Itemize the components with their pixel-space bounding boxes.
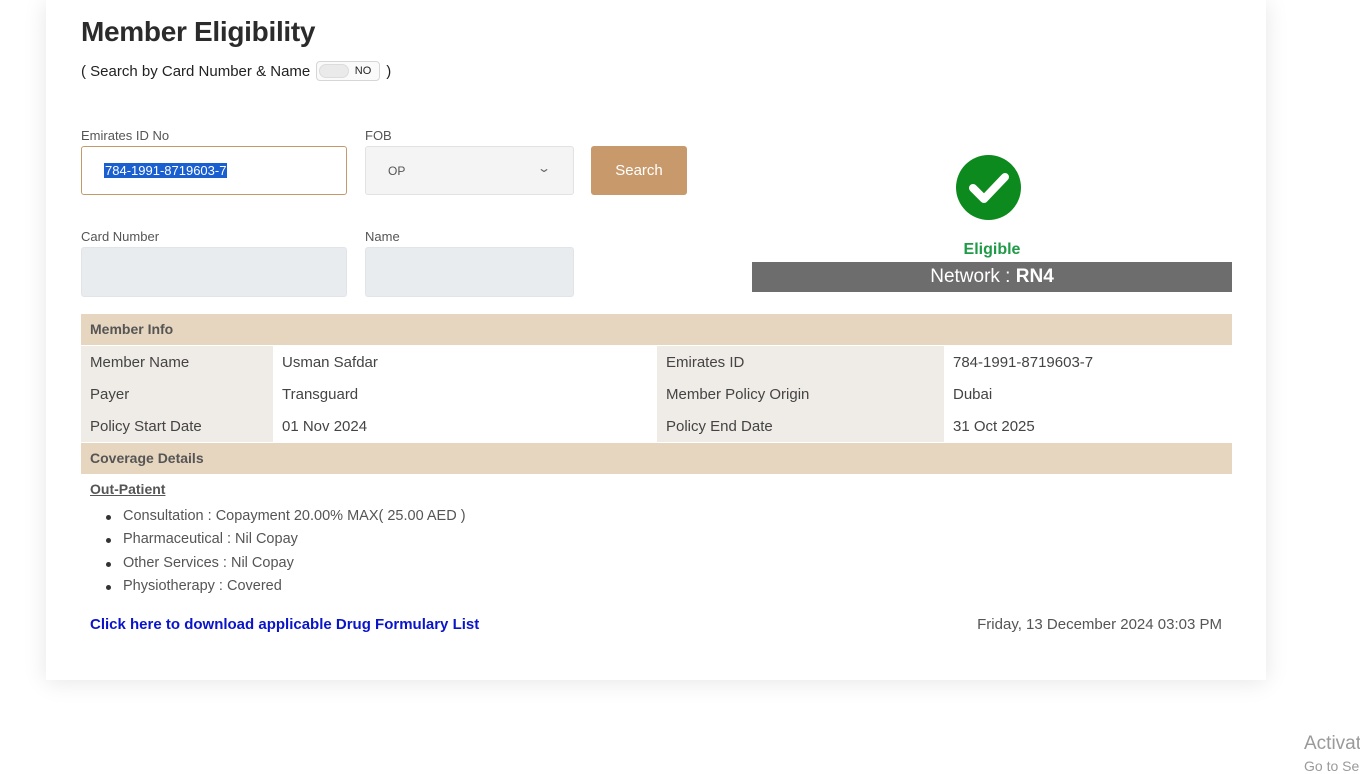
payer-value: Transguard	[273, 378, 657, 410]
card-number-label: Card Number	[81, 229, 160, 244]
list-item: Pharmaceutical : Nil Copay	[106, 528, 466, 551]
table-row: Member Name Usman Safdar Emirates ID 784…	[81, 346, 1232, 378]
fob-select[interactable]: OP ⌄	[365, 146, 574, 195]
policy-origin-value: Dubai	[944, 378, 1232, 410]
policy-end-value: 31 Oct 2025	[944, 410, 1232, 442]
emirates-id-cell: 784-1991-8719603-7	[944, 346, 1232, 378]
search-mode-suffix: )	[386, 62, 392, 80]
emirates-id-label: Emirates ID No	[81, 128, 170, 143]
network-label: Network :	[930, 266, 1011, 287]
table-row: Policy Start Date 01 Nov 2024 Policy End…	[81, 410, 1232, 442]
fob-label: FOB	[365, 128, 392, 143]
eligibility-status: Eligible	[963, 241, 1021, 258]
name-label: Name	[365, 229, 400, 244]
search-mode-toggle[interactable]: NO	[316, 61, 381, 81]
check-circle-icon	[956, 155, 1021, 220]
search-mode-row: ( Search by Card Number & Name NO )	[81, 61, 391, 81]
emirates-id-value: 784-1991-8719603-7	[104, 163, 228, 178]
name-input[interactable]	[365, 247, 574, 297]
search-button[interactable]: Search	[591, 146, 687, 195]
emirates-id-key: Emirates ID	[657, 346, 944, 378]
policy-start-value: 01 Nov 2024	[273, 410, 657, 442]
policy-start-key: Policy Start Date	[81, 410, 273, 442]
policy-end-key: Policy End Date	[657, 410, 944, 442]
toggle-knob	[319, 64, 350, 78]
emirates-id-input[interactable]: 784-1991-8719603-7	[81, 146, 347, 195]
chevron-down-icon: ⌄	[536, 161, 552, 175]
search-mode-label: ( Search by Card Number & Name	[81, 62, 311, 80]
page-title: Member Eligibility	[81, 16, 316, 47]
member-name-key: Member Name	[81, 346, 273, 378]
coverage-list: Consultation : Copayment 20.00% MAX( 25.…	[106, 505, 466, 599]
card-number-input[interactable]	[81, 247, 347, 297]
os-activation-watermark: Activat	[1304, 733, 1360, 754]
network-banner: Network : RN4	[752, 262, 1232, 292]
member-name-value: Usman Safdar	[273, 346, 657, 378]
policy-origin-key: Member Policy Origin	[657, 378, 944, 410]
list-item: Physiotherapy : Covered	[106, 575, 466, 598]
list-item: Consultation : Copayment 20.00% MAX( 25.…	[106, 505, 466, 528]
toggle-state: NO	[354, 65, 372, 77]
drug-formulary-link[interactable]: Click here to download applicable Drug F…	[90, 616, 479, 633]
member-info-header: Member Info	[81, 314, 1232, 345]
network-value: RN4	[1015, 266, 1054, 287]
fob-value: OP	[388, 163, 406, 178]
list-item: Other Services : Nil Copay	[106, 552, 466, 575]
timestamp: Friday, 13 December 2024 03:03 PM	[977, 616, 1222, 633]
table-row: Payer Transguard Member Policy Origin Du…	[81, 378, 1232, 410]
coverage-header: Coverage Details	[81, 443, 1232, 474]
member-info-table: Member Name Usman Safdar Emirates ID 784…	[81, 346, 1232, 442]
out-patient-title: Out-Patient	[90, 481, 166, 497]
payer-key: Payer	[81, 378, 273, 410]
